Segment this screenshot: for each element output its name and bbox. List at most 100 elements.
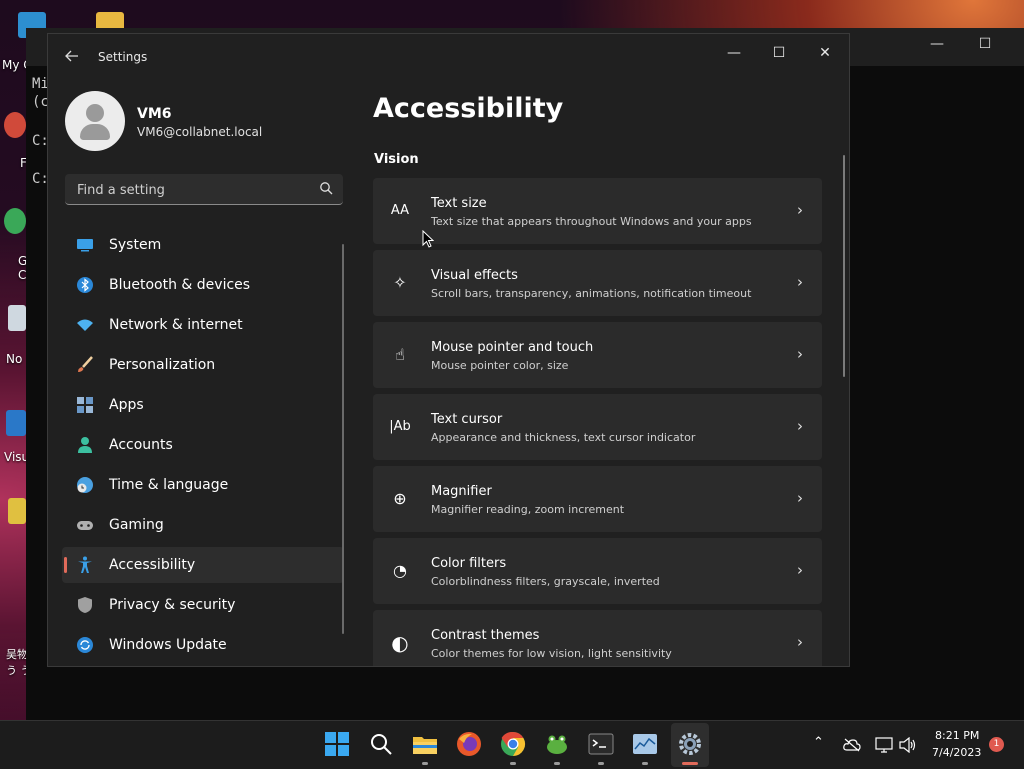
sidebar-item-label: Network & internet xyxy=(109,317,243,333)
network-icon[interactable] xyxy=(875,737,893,753)
sidebar-item-label: Accessibility xyxy=(109,557,196,573)
sidebar-item-bluetooth[interactable]: Bluetooth & devices xyxy=(62,267,344,303)
bluetooth-icon xyxy=(77,277,93,293)
settings-icon[interactable] xyxy=(677,731,703,757)
cloud-offline-icon[interactable] xyxy=(843,738,861,752)
setting-card-color-filters[interactable]: ◔ Color filters Colorblindness filters, … xyxy=(373,538,822,604)
sidebar-item-label: Personalization xyxy=(109,357,216,373)
accessibility-icon xyxy=(78,556,92,573)
shortcut-icon[interactable] xyxy=(4,112,26,138)
close-button[interactable]: ✕ xyxy=(802,38,848,68)
card-title: Mouse pointer and touch xyxy=(431,340,594,355)
running-indicator xyxy=(422,762,428,765)
chrome-shortcut-icon[interactable] xyxy=(4,208,26,234)
sidebar-item-label: Apps xyxy=(109,397,144,413)
app-title: Settings xyxy=(98,50,148,64)
card-title: Text cursor xyxy=(431,412,503,427)
globe-clock-icon xyxy=(77,477,93,493)
setting-card-contrast-themes[interactable]: ◐ Contrast themes Color themes for low v… xyxy=(373,610,822,666)
app-frog-icon[interactable] xyxy=(544,731,570,757)
back-arrow-icon xyxy=(65,50,78,62)
avatar-body-shape xyxy=(80,124,110,140)
sidebar-item-accessibility[interactable]: Accessibility xyxy=(62,547,344,583)
chrome-icon[interactable] xyxy=(500,731,526,757)
visual-effects-icon: ✧ xyxy=(393,273,407,292)
settings-card-list: AA Text size Text size that appears thro… xyxy=(373,178,822,666)
sidebar-item-windows-update[interactable]: Windows Update xyxy=(62,627,344,663)
visual-studio-shortcut-icon[interactable] xyxy=(6,410,26,436)
sidebar-item-label: Bluetooth & devices xyxy=(109,277,251,293)
settings-window[interactable]: Settings — ☐ ✕ VM6 VM6@collabnet.local S… xyxy=(47,33,850,667)
start-icon[interactable] xyxy=(324,731,350,757)
task-manager-icon[interactable] xyxy=(632,731,658,757)
section-title: Vision xyxy=(374,152,419,167)
back-button[interactable] xyxy=(58,46,86,70)
sidebar-item-privacy-security[interactable]: Privacy & security xyxy=(62,587,344,623)
card-title: Color filters xyxy=(431,556,507,571)
show-hidden-icons-chevron-icon[interactable]: ⌃ xyxy=(813,735,824,750)
running-indicator xyxy=(598,762,604,765)
contrast-icon: ◐ xyxy=(391,631,409,655)
card-subtitle: Appearance and thickness, text cursor in… xyxy=(431,431,696,444)
taskbar: ⌃ 8:21 PM 7/4/2023 1 xyxy=(0,720,1024,769)
chevron-right-icon: › xyxy=(797,201,803,219)
sidebar-item-network[interactable]: Network & internet xyxy=(62,307,344,343)
shield-icon xyxy=(78,597,92,613)
sidebar-scrollbar[interactable] xyxy=(342,244,344,634)
sidebar-item-label: Windows Update xyxy=(109,637,227,653)
sidebar-item-apps[interactable]: Apps xyxy=(62,387,344,423)
page-title: Accessibility xyxy=(373,93,564,124)
card-subtitle: Colorblindness filters, grayscale, inver… xyxy=(431,575,660,588)
setting-card-text-cursor[interactable]: |Ab Text cursor Appearance and thickness… xyxy=(373,394,822,460)
running-indicator xyxy=(510,762,516,765)
card-title: Contrast themes xyxy=(431,628,540,643)
sidebar-item-time-language[interactable]: Time & language xyxy=(62,467,344,503)
clock-date[interactable]: 7/4/2023 xyxy=(932,746,981,759)
setting-card-magnifier[interactable]: ⊕ Magnifier Magnifier reading, zoom incr… xyxy=(373,466,822,532)
search-box[interactable] xyxy=(65,174,343,206)
desktop-label-no: No xyxy=(6,352,23,366)
notification-badge[interactable]: 1 xyxy=(989,737,1004,752)
setting-card-visual-effects[interactable]: ✧ Visual effects Scroll bars, transparen… xyxy=(373,250,822,316)
document-icon[interactable] xyxy=(8,498,26,524)
setting-card-mouse-pointer[interactable]: ☝ Mouse pointer and touch Mouse pointer … xyxy=(373,322,822,388)
sidebar-item-gaming[interactable]: Gaming xyxy=(62,507,344,543)
sidebar-item-personalization[interactable]: Personalization xyxy=(62,347,344,383)
search-icon[interactable] xyxy=(368,731,394,757)
avatar[interactable] xyxy=(65,91,125,151)
chevron-right-icon: › xyxy=(797,633,803,651)
mouse-pointer-icon: ☝ xyxy=(395,345,405,364)
system-icon xyxy=(77,239,93,252)
sidebar-item-label: Time & language xyxy=(109,477,229,493)
firefox-icon[interactable] xyxy=(456,731,482,757)
settings-titlebar[interactable]: Settings — ☐ ✕ xyxy=(48,34,849,82)
volume-icon[interactable] xyxy=(899,737,917,753)
magnifier-icon: ⊕ xyxy=(393,489,407,508)
terminal-maximize-button[interactable]: ☐ xyxy=(962,36,1008,58)
chevron-right-icon: › xyxy=(797,561,803,579)
terminal-minimize-button[interactable]: — xyxy=(914,36,960,58)
selection-indicator xyxy=(64,557,67,573)
search-icon[interactable] xyxy=(319,181,333,195)
file-explorer-icon[interactable] xyxy=(412,731,438,757)
minimize-button[interactable]: — xyxy=(711,38,757,68)
chevron-right-icon: › xyxy=(797,273,803,291)
sidebar-item-label: Accounts xyxy=(109,437,173,453)
search-input[interactable] xyxy=(75,174,309,206)
maximize-button[interactable]: ☐ xyxy=(756,38,802,68)
running-indicator xyxy=(642,762,648,765)
terminal-icon[interactable] xyxy=(588,731,614,757)
chevron-right-icon: › xyxy=(797,489,803,507)
user-email: VM6@collabnet.local xyxy=(137,125,263,139)
accounts-icon xyxy=(78,437,92,453)
apps-icon xyxy=(77,397,93,413)
content-scrollbar[interactable] xyxy=(843,155,845,377)
notepad-shortcut-icon[interactable] xyxy=(8,305,26,331)
sidebar-item-label: Gaming xyxy=(109,517,164,533)
setting-card-text-size[interactable]: AA Text size Text size that appears thro… xyxy=(373,178,822,244)
clock-time[interactable]: 8:21 PM xyxy=(935,729,979,742)
sidebar-item-system[interactable]: System xyxy=(62,227,344,263)
chevron-right-icon: › xyxy=(797,417,803,435)
sidebar-item-accounts[interactable]: Accounts xyxy=(62,427,344,463)
gamepad-icon xyxy=(77,521,93,530)
